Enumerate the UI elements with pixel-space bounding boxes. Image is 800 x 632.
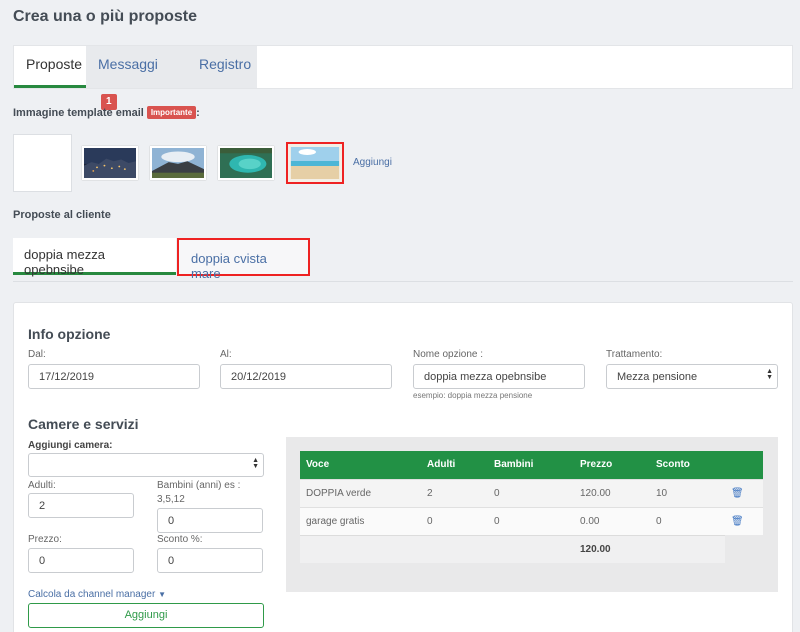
trash-icon[interactable]: 🗑 bbox=[731, 488, 744, 499]
beach-image bbox=[288, 144, 342, 182]
tab-label: Registro bbox=[199, 56, 252, 72]
adulti-input[interactable]: 2 bbox=[28, 493, 134, 518]
header-sconto: Sconto bbox=[650, 451, 725, 479]
main-tabs: Proposte Messaggi1 Registro bbox=[13, 45, 793, 110]
cell-adulti: 0 bbox=[421, 506, 488, 535]
important-badge: Importante bbox=[146, 106, 197, 119]
cell-prezzo: 120.00 bbox=[574, 478, 650, 507]
sconto-label: Sconto %: bbox=[157, 534, 203, 545]
cell-bambini: 0 bbox=[488, 506, 574, 535]
prezzo-label: Prezzo: bbox=[28, 534, 62, 545]
tab-proposte[interactable]: Proposte bbox=[14, 46, 86, 88]
cell-prezzo: 0.00 bbox=[574, 506, 650, 535]
thumbnail-beach-selected[interactable] bbox=[286, 142, 344, 184]
add-image-link[interactable]: Aggiungi bbox=[353, 157, 392, 168]
dal-input[interactable]: 17/12/2019 bbox=[28, 364, 200, 389]
proposal-tab-1[interactable]: doppia mezza opebnsibe bbox=[13, 238, 176, 277]
channel-manager-link: Calcola da channel manager bbox=[28, 589, 156, 600]
total-spacer bbox=[300, 534, 421, 563]
trash-icon[interactable]: 🗑 bbox=[731, 516, 744, 527]
al-input[interactable]: 20/12/2019 bbox=[220, 364, 392, 389]
thumbnail-lagoon[interactable] bbox=[218, 146, 274, 180]
proposal-tab-label: doppia cvista mare bbox=[191, 251, 267, 281]
bambini-label: Bambini (anni) es : bbox=[157, 480, 241, 491]
tab-messaggi[interactable]: Messaggi1 bbox=[86, 46, 187, 110]
thumbnail-city-night[interactable] bbox=[82, 146, 138, 180]
info-title: Info opzione bbox=[28, 326, 111, 342]
total-spacer bbox=[650, 534, 725, 563]
header-voce: Voce bbox=[300, 451, 421, 479]
room-select[interactable]: ▲ ▼ bbox=[28, 453, 264, 477]
colon: : bbox=[196, 107, 200, 119]
channel-manager-dropdown[interactable]: Calcola da channel manager ▼ bbox=[28, 589, 166, 600]
cell-actions: 🗑 bbox=[725, 478, 763, 507]
thumbnail-volcano[interactable] bbox=[150, 146, 206, 180]
total-spacer bbox=[725, 535, 763, 563]
tab-label: Proposte bbox=[26, 56, 83, 72]
trattamento-select[interactable]: Mezza pensione ▲ ▼ bbox=[606, 364, 778, 389]
sconto-input[interactable]: 0 bbox=[157, 548, 263, 573]
total-spacer bbox=[488, 534, 574, 563]
nome-help: esempio: doppia mezza pensione bbox=[413, 391, 533, 400]
al-label: Al: bbox=[220, 349, 232, 360]
header-bambini: Bambini bbox=[488, 451, 574, 479]
caret-down-icon: ▼ bbox=[158, 590, 167, 599]
city-night-image bbox=[84, 148, 136, 178]
email-template-label-text: Immagine template email bbox=[13, 107, 144, 119]
add-room-label: Aggiungi camera: bbox=[28, 440, 113, 451]
page-title: Crea una o più proposte bbox=[13, 8, 198, 25]
thumbnail-empty[interactable] bbox=[13, 134, 72, 192]
header-adulti: Adulti bbox=[421, 451, 488, 479]
total-value: 120.00 bbox=[574, 534, 650, 563]
nome-input[interactable]: doppia mezza opebnsibe bbox=[413, 364, 585, 389]
cell-adulti: 2 bbox=[421, 478, 488, 507]
table-row: DOPPIA verde 2 0 120.00 10 🗑 bbox=[300, 478, 763, 507]
nome-label: Nome opzione : bbox=[413, 349, 484, 360]
cell-sconto: 10 bbox=[650, 478, 725, 507]
proposals-label: Proposte al cliente bbox=[13, 209, 111, 221]
trattamento-label: Trattamento: bbox=[606, 349, 663, 360]
items-table: Voce Adulti Bambini Prezzo Sconto DOPPIA… bbox=[300, 451, 763, 563]
rooms-title: Camere e servizi bbox=[28, 416, 139, 432]
cell-bambini: 0 bbox=[488, 478, 574, 507]
tab-label: Messaggi bbox=[98, 56, 158, 72]
select-arrows-icon: ▲ ▼ bbox=[766, 368, 773, 381]
table-row: garage gratis 0 0 0.00 0 🗑 bbox=[300, 506, 763, 535]
bambini-input[interactable]: 0 bbox=[157, 508, 263, 533]
proposal-tab-label: doppia mezza opebnsibe bbox=[24, 247, 105, 277]
select-arrows-icon: ▲ ▼ bbox=[252, 457, 259, 470]
divider bbox=[13, 281, 793, 282]
proposal-tab-2[interactable]: doppia cvista mare bbox=[177, 238, 310, 281]
tab-registro[interactable]: Registro bbox=[187, 46, 257, 88]
header-prezzo: Prezzo bbox=[574, 451, 650, 479]
lagoon-image bbox=[220, 148, 272, 178]
bambini-hint: 3,5,12 bbox=[157, 494, 185, 505]
add-room-button[interactable]: Aggiungi bbox=[28, 603, 264, 628]
total-spacer bbox=[421, 534, 488, 563]
trattamento-value: Mezza pensione bbox=[617, 371, 698, 383]
cell-sconto: 0 bbox=[650, 506, 725, 535]
header-actions bbox=[725, 451, 763, 479]
table-header-row: Voce Adulti Bambini Prezzo Sconto bbox=[300, 451, 763, 479]
prezzo-input[interactable]: 0 bbox=[28, 548, 134, 573]
table-total-row: 120.00 bbox=[300, 534, 763, 563]
cell-actions: 🗑 bbox=[725, 506, 763, 535]
adulti-label: Adulti: bbox=[28, 480, 56, 491]
volcano-image bbox=[152, 148, 204, 178]
cell-voce: DOPPIA verde bbox=[300, 478, 421, 507]
email-template-label: Immagine template email Importante: bbox=[13, 106, 200, 119]
dal-label: Dal: bbox=[28, 349, 46, 360]
cell-voce: garage gratis bbox=[300, 506, 421, 535]
